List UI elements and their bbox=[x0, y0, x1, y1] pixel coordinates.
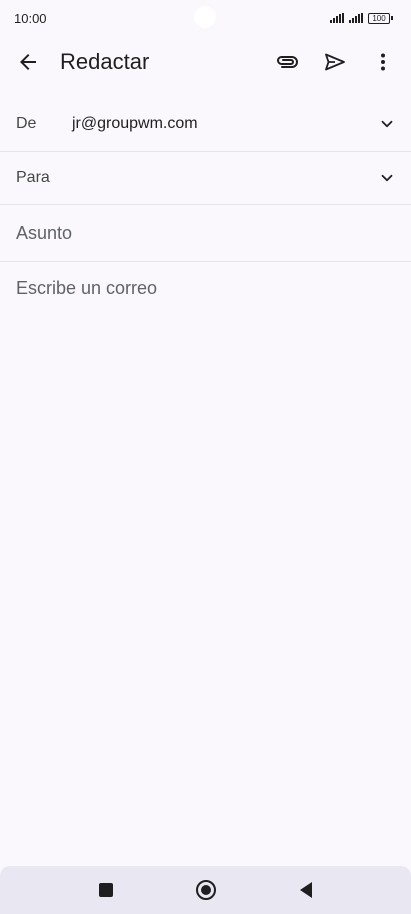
battery-icon: 100 bbox=[368, 12, 393, 24]
body-input[interactable]: Escribe un correo bbox=[0, 262, 411, 315]
chevron-down-icon bbox=[381, 174, 393, 182]
system-nav-bar bbox=[0, 866, 411, 914]
camera-cutout bbox=[194, 6, 216, 28]
from-label: De bbox=[16, 114, 37, 132]
send-icon bbox=[325, 53, 345, 71]
signal-icon bbox=[349, 13, 363, 23]
status-icons: 100 bbox=[330, 12, 393, 24]
recents-button[interactable] bbox=[91, 875, 121, 905]
arrow-left-icon bbox=[20, 54, 36, 70]
from-row[interactable]: De jr@groupwm.com bbox=[0, 96, 411, 152]
from-address: jr@groupwm.com bbox=[72, 114, 198, 132]
nav-back-button[interactable] bbox=[291, 875, 321, 905]
to-label: Para bbox=[16, 169, 50, 186]
paperclip-icon bbox=[277, 56, 298, 68]
more-options-button[interactable] bbox=[363, 42, 403, 82]
app-bar-actions bbox=[267, 42, 403, 82]
from-expand-button[interactable] bbox=[375, 112, 399, 136]
app-bar: Redactar bbox=[0, 36, 411, 88]
chevron-down-icon bbox=[381, 120, 393, 127]
signal-icon bbox=[330, 13, 344, 23]
battery-level: 100 bbox=[368, 12, 390, 24]
home-button[interactable] bbox=[191, 875, 221, 905]
status-bar: 10:00 100 bbox=[0, 0, 411, 36]
page-title: Redactar bbox=[60, 49, 150, 74]
triangle-back-icon bbox=[299, 882, 312, 898]
subject-input[interactable]: Asunto bbox=[16, 223, 395, 244]
send-button[interactable] bbox=[315, 42, 355, 82]
attach-button[interactable] bbox=[267, 42, 307, 82]
circle-icon bbox=[195, 880, 216, 900]
to-row[interactable]: Para bbox=[0, 152, 411, 205]
back-button[interactable] bbox=[8, 42, 48, 82]
to-expand-button[interactable] bbox=[375, 166, 399, 190]
subject-row[interactable]: Asunto bbox=[0, 205, 411, 262]
compose-screen: 10:00 100 Redactar De jr@groupwm.com Par… bbox=[0, 0, 411, 914]
square-icon bbox=[98, 883, 113, 897]
status-time: 10:00 bbox=[14, 10, 47, 26]
more-vert-icon bbox=[381, 53, 385, 71]
